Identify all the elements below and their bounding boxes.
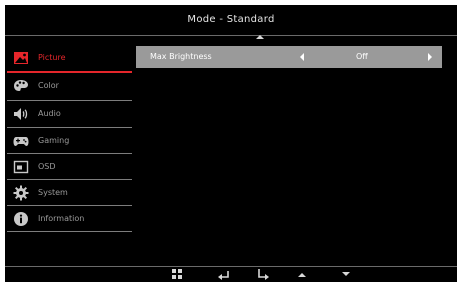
menu-item-label: Picture	[38, 53, 66, 62]
palette-icon	[14, 80, 28, 91]
speaker-icon	[14, 108, 28, 120]
menu-item-label: Gaming	[38, 136, 70, 145]
menu-item-picture[interactable]: Picture	[7, 45, 132, 71]
menu-divider	[7, 231, 132, 232]
menu-item-audio[interactable]: Audio	[7, 101, 132, 127]
enter-icon[interactable]	[256, 267, 270, 281]
increase-arrow-icon[interactable]	[428, 53, 432, 61]
header-divider	[5, 35, 457, 36]
menu-item-system[interactable]: System	[7, 180, 132, 206]
osd-panel: Mode - Standard Picture Color Audio Gami…	[5, 5, 457, 282]
osd-icon	[13, 160, 29, 174]
down-icon[interactable]	[339, 267, 353, 281]
footer-keys	[5, 267, 457, 282]
info-icon	[14, 212, 28, 226]
menu-item-label: Color	[38, 81, 59, 90]
menu-item-color[interactable]: Color	[7, 73, 132, 99]
menu-item-osd[interactable]: OSD	[7, 154, 132, 180]
page-title: Mode - Standard	[187, 14, 275, 25]
back-icon[interactable]	[217, 267, 231, 281]
gear-icon	[13, 185, 29, 201]
menu-item-label: System	[38, 188, 68, 197]
menu-item-label: Audio	[38, 109, 61, 118]
scroll-up-icon[interactable]	[256, 35, 264, 39]
menu-item-label: Information	[38, 214, 85, 223]
setting-row-max-brightness[interactable]: Max Brightness Off	[136, 46, 442, 68]
setting-name: Max Brightness	[150, 52, 212, 61]
picture-icon	[14, 52, 28, 64]
up-icon[interactable]	[295, 267, 309, 281]
gamepad-icon	[13, 137, 29, 146]
menu-item-gaming[interactable]: Gaming	[7, 128, 132, 154]
menu-item-label: OSD	[38, 162, 56, 171]
decrease-arrow-icon[interactable]	[300, 53, 304, 61]
menu-grid-icon[interactable]	[170, 267, 184, 281]
setting-value: Off	[356, 52, 368, 61]
menu-item-information[interactable]: Information	[7, 206, 132, 232]
